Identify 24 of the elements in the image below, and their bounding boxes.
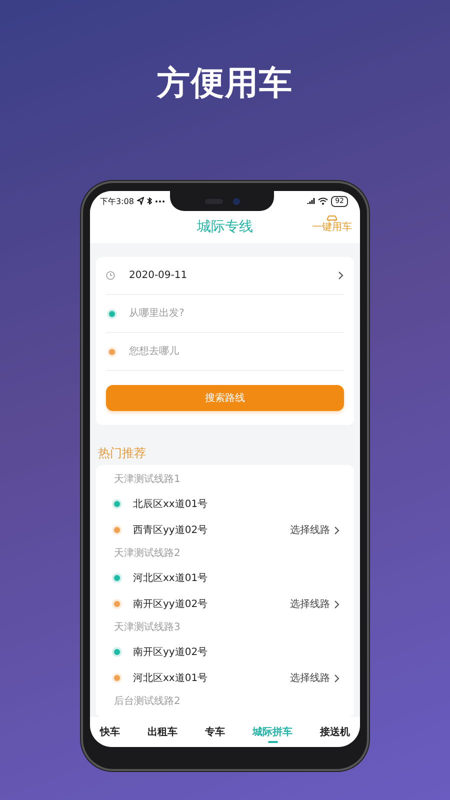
route-name: 天津测试线路1 [114, 472, 180, 487]
address-text: 西青区yy道02号 [133, 524, 209, 537]
date-picker[interactable]: 2020-09-11 [129, 270, 338, 281]
address-text: 南开区yy道02号 [133, 646, 209, 659]
address-text: 河北区xx道01号 [133, 672, 209, 685]
origin-input[interactable]: 从哪里出发? [129, 308, 344, 319]
section-title: 热门推荐 [98, 445, 146, 462]
address-text: 北辰区xx道01号 [133, 498, 209, 511]
headline: 方便用车 [157, 62, 293, 104]
select-route-link[interactable]: 选择线路 [290, 597, 340, 611]
select-route-link[interactable]: 选择线路 [290, 523, 340, 537]
page-title: 城际专线 [197, 218, 253, 236]
tab[interactable]: 专车 [203, 717, 227, 747]
address-text: 河北区xx道01号 [133, 572, 209, 585]
status-time: 下午3:08 [100, 196, 134, 206]
destination-input[interactable]: 您想去哪儿 [129, 346, 344, 357]
tab[interactable]: 快车 [98, 717, 122, 747]
tab[interactable]: 出租车 [146, 717, 180, 747]
address-text: 南开区yy道02号 [133, 598, 209, 611]
route-name: 后台测试线路2 [114, 694, 180, 709]
route-name: 天津测试线路3 [114, 620, 180, 635]
tab[interactable]: 接送机 [318, 717, 352, 747]
route-name: 天津测试线路2 [114, 546, 180, 561]
select-route-link[interactable]: 选择线路 [290, 671, 340, 685]
